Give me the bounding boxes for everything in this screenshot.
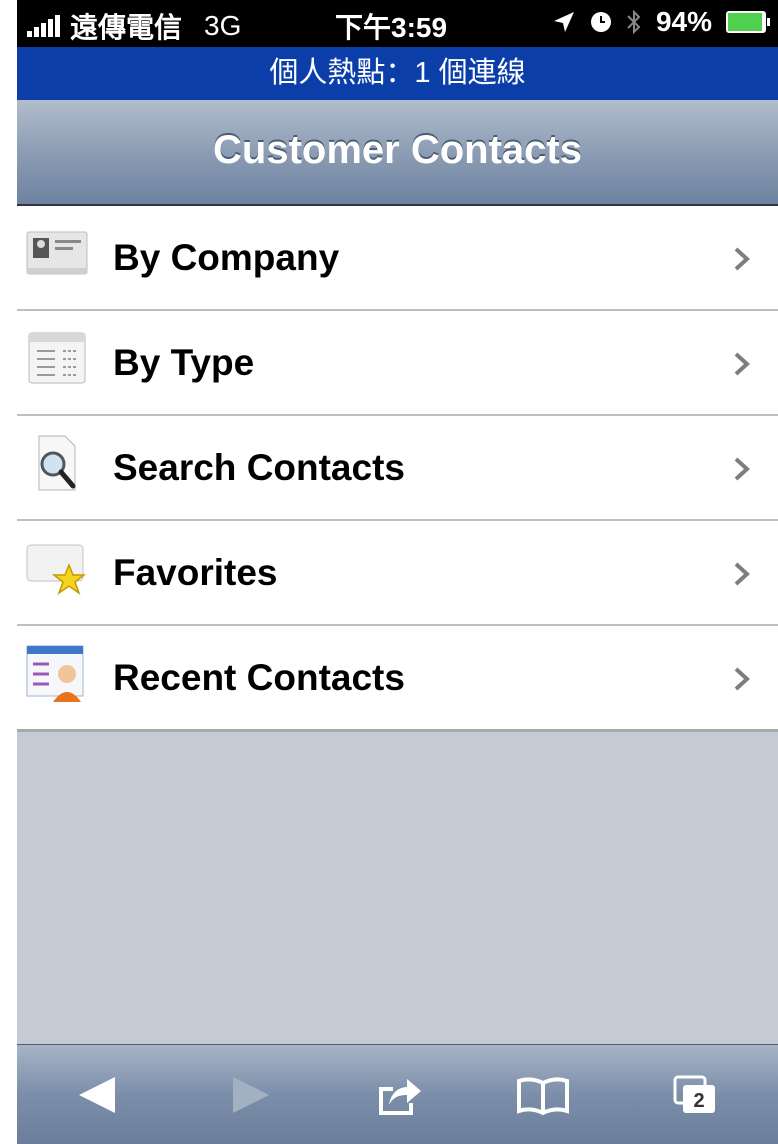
network-type: 3G xyxy=(204,10,242,41)
menu-item-favorites[interactable]: Favorites xyxy=(17,521,778,626)
menu-item-label: Search Contacts xyxy=(113,447,405,488)
menu-item-by-type[interactable]: By Type xyxy=(17,311,778,416)
page-title: Customer Contacts xyxy=(213,128,582,172)
carrier-group: 遠傳電信 3G xyxy=(27,6,241,46)
status-time: 下午3:59 xyxy=(335,12,448,43)
back-arrow-icon[interactable] xyxy=(75,1073,121,1117)
menu-item-by-company[interactable]: By Company xyxy=(17,206,778,311)
menu-item-label: By Company xyxy=(113,237,340,278)
menu-item-label: Favorites xyxy=(113,552,278,593)
phone-screen: 遠傳電信 3G 下午3:59 94% 個人熱點：1 個連線 Customer C… xyxy=(17,0,778,1144)
forward-arrow-icon[interactable] xyxy=(227,1073,273,1117)
status-right: 94% xyxy=(552,6,770,38)
location-arrow-icon xyxy=(553,12,574,32)
star-icon xyxy=(26,544,87,595)
status-bar: 遠傳電信 3G 下午3:59 94% xyxy=(17,0,778,47)
chevron-right-icon xyxy=(734,457,750,481)
menu-item-label: Recent Contacts xyxy=(113,657,405,698)
recent-contact-icon xyxy=(26,645,84,702)
bookmarks-icon[interactable] xyxy=(515,1073,571,1117)
chevron-right-icon xyxy=(734,667,750,691)
battery-icon xyxy=(726,11,770,33)
chevron-right-icon xyxy=(734,562,750,586)
signal-strength-icon xyxy=(27,15,60,37)
navigation-bar: Customer Contacts xyxy=(17,100,778,206)
search-document-icon xyxy=(38,435,76,491)
calendar-grid-icon xyxy=(28,332,86,384)
carrier-name: 遠傳電信 xyxy=(70,12,183,43)
bluetooth-icon xyxy=(627,9,641,35)
menu-list: By Company By Type Search Contacts Favor… xyxy=(17,206,778,732)
chevron-right-icon xyxy=(734,247,750,271)
battery-percent: 94% xyxy=(655,6,712,37)
menu-item-recent-contacts[interactable]: Recent Contacts xyxy=(17,626,778,732)
menu-item-label: By Type xyxy=(113,342,255,383)
tabs-icon: 2 xyxy=(673,1075,715,1113)
tabs-button[interactable]: 2 xyxy=(671,1073,719,1122)
share-icon[interactable] xyxy=(375,1073,423,1117)
tabs-count: 2 xyxy=(693,1090,704,1112)
company-card-icon xyxy=(26,231,88,275)
chevron-right-icon xyxy=(734,352,750,376)
browser-toolbar: 2 xyxy=(17,1044,778,1144)
alarm-clock-icon xyxy=(590,12,611,32)
hotspot-banner[interactable]: 個人熱點：1 個連線 xyxy=(17,47,778,100)
menu-item-search-contacts[interactable]: Search Contacts xyxy=(17,416,778,521)
